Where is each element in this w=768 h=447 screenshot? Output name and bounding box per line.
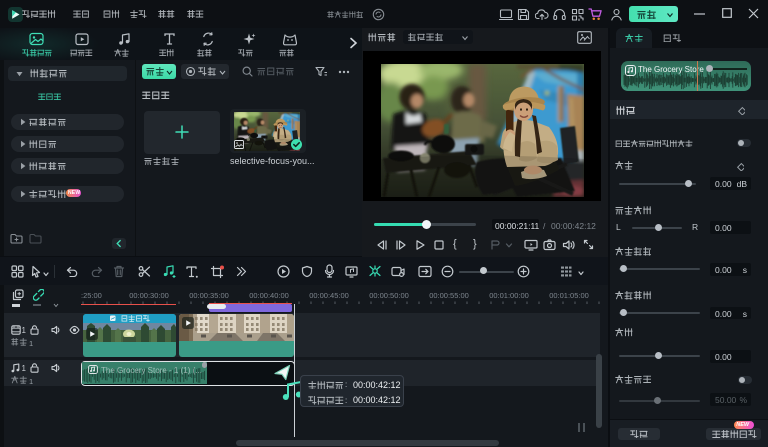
svg-text::25:00: :25:00 bbox=[81, 291, 102, 300]
svg-text:00:00:40:00: 00:00:40:00 bbox=[249, 291, 289, 300]
svg-text:00:00:55:00: 00:00:55:00 bbox=[429, 291, 469, 300]
svg-text:00:00:45:00: 00:00:45:00 bbox=[309, 291, 349, 300]
svg-text:00:01:05:00: 00:01:05:00 bbox=[549, 291, 589, 300]
svg-text:00:00:50:00: 00:00:50:00 bbox=[369, 291, 409, 300]
svg-text:00:00:35:00: 00:00:35:00 bbox=[189, 291, 229, 300]
svg-text:00:00:30:00: 00:00:30:00 bbox=[129, 291, 169, 300]
svg-text:00:01:00:00: 00:01:00:00 bbox=[489, 291, 529, 300]
